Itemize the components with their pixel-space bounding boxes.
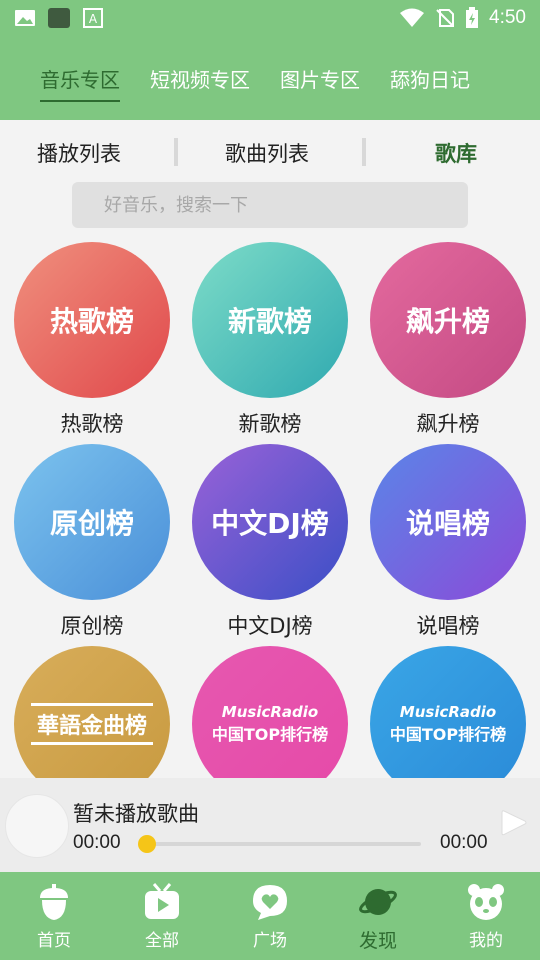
player-song-title: 暂未播放歌曲 bbox=[73, 802, 199, 826]
chart-card-hot[interactable]: 热歌榜 热歌榜 bbox=[14, 242, 174, 438]
status-time: 4:50 bbox=[489, 7, 526, 28]
album-art[interactable] bbox=[5, 794, 69, 858]
chart-cover: 原创榜 bbox=[14, 444, 170, 600]
nav-home[interactable]: 首页 bbox=[0, 872, 108, 960]
chart-label: 飙升榜 bbox=[416, 412, 480, 436]
chart-cover-text: 新歌榜 bbox=[227, 305, 312, 338]
battery-charging-icon bbox=[466, 7, 479, 28]
chart-card-new[interactable]: 新歌榜 新歌榜 bbox=[192, 242, 352, 438]
chart-card-rising[interactable]: 飙升榜 飙升榜 bbox=[370, 242, 530, 438]
chart-cover-logo-title: MusicRadio bbox=[221, 703, 319, 721]
nav-label: 我的 bbox=[469, 931, 503, 951]
chart-label: 中文DJ榜 bbox=[227, 614, 313, 638]
chart-label: 热歌榜 bbox=[60, 412, 124, 436]
no-sim-icon bbox=[436, 9, 455, 27]
chart-cover-logo-title: MusicRadio bbox=[399, 703, 497, 721]
play-icon[interactable] bbox=[498, 808, 528, 838]
font-a-icon: A bbox=[83, 8, 103, 28]
nav-mine[interactable]: 我的 bbox=[432, 872, 540, 960]
chart-cover-text: 热歌榜 bbox=[49, 305, 134, 338]
svg-text:A: A bbox=[89, 12, 98, 26]
chart-cover: 飙升榜 bbox=[370, 242, 526, 398]
status-bar: A 4:50 bbox=[0, 0, 540, 36]
subtab-playlist[interactable]: 播放列表 bbox=[37, 138, 121, 168]
mini-player: 暂未播放歌曲 00:00 00:00 bbox=[0, 778, 540, 872]
panda-icon bbox=[468, 884, 504, 920]
progress-knob[interactable] bbox=[138, 835, 156, 853]
gallery-icon bbox=[15, 10, 35, 26]
chart-card-chinese-dj[interactable]: 中文DJ榜 中文DJ榜 bbox=[192, 444, 352, 640]
tab-short-video-zone[interactable]: 短视频专区 bbox=[150, 36, 250, 120]
sub-tab-bar: 播放列表 歌曲列表 歌库 bbox=[0, 130, 540, 174]
heart-bubble-icon bbox=[253, 885, 287, 920]
chart-card-rap[interactable]: 说唱榜 说唱榜 bbox=[370, 444, 530, 640]
acorn-icon bbox=[40, 884, 68, 920]
top-tab-bar: 音乐专区 短视频专区 图片专区 舔狗日记 bbox=[0, 36, 540, 120]
subtab-song-library[interactable]: 歌库 bbox=[435, 138, 477, 168]
player-current-time: 00:00 bbox=[73, 832, 121, 853]
chart-cover-logo-subtitle: 中国TOP排行榜 bbox=[211, 725, 329, 744]
chart-card-original[interactable]: 原创榜 原创榜 bbox=[14, 444, 174, 640]
chart-cover-logo-subtitle: 中国TOP排行榜 bbox=[389, 725, 507, 744]
nav-square[interactable]: 广场 bbox=[216, 872, 324, 960]
nav-label: 全部 bbox=[145, 931, 179, 951]
tab-music-zone[interactable]: 音乐专区 bbox=[40, 36, 120, 120]
chart-label: 说唱榜 bbox=[416, 614, 480, 638]
search-input[interactable] bbox=[72, 182, 468, 228]
tab-lickdog-diary[interactable]: 舔狗日记 bbox=[390, 36, 470, 120]
chart-cover-logo: 華語金曲榜 bbox=[30, 703, 153, 745]
wifi-icon bbox=[400, 8, 425, 27]
progress-bar[interactable] bbox=[143, 842, 421, 846]
chart-cover-text: 原创榜 bbox=[49, 507, 134, 540]
planet-icon bbox=[359, 889, 397, 915]
chart-cover: 说唱榜 bbox=[370, 444, 526, 600]
chart-label: 原创榜 bbox=[60, 614, 124, 638]
chart-cover: 新歌榜 bbox=[192, 242, 348, 398]
sub-tab-divider bbox=[362, 138, 366, 166]
nav-label: 发现 bbox=[358, 930, 397, 952]
nav-all[interactable]: 全部 bbox=[108, 872, 216, 960]
player-total-time: 00:00 bbox=[440, 832, 488, 853]
chart-cover-text: 飙升榜 bbox=[405, 305, 490, 338]
tab-image-zone[interactable]: 图片专区 bbox=[280, 36, 360, 120]
nav-label: 广场 bbox=[253, 931, 287, 951]
subtab-song-list[interactable]: 歌曲列表 bbox=[225, 138, 309, 168]
chart-cover: 热歌榜 bbox=[14, 242, 170, 398]
chart-cover-text: 中文DJ榜 bbox=[211, 507, 329, 540]
chart-label: 新歌榜 bbox=[238, 412, 302, 436]
nav-discover[interactable]: 发现 bbox=[324, 872, 432, 960]
chart-cover: 中文DJ榜 bbox=[192, 444, 348, 600]
sub-tab-divider bbox=[174, 138, 178, 166]
nav-label: 首页 bbox=[37, 931, 71, 951]
chart-cover-text: 说唱榜 bbox=[405, 507, 490, 540]
tv-icon bbox=[145, 883, 179, 919]
app-square-icon bbox=[48, 8, 70, 28]
bottom-nav: 首页 全部 广场 发现 我的 bbox=[0, 872, 540, 960]
